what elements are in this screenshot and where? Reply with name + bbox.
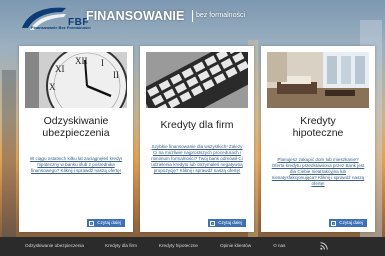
card-title-line: Kredyty — [300, 115, 336, 127]
footer-nav: Odzyskiwanie ubezpieczenia Kredyty dla f… — [25, 243, 285, 249]
card-odzyskiwanie: XI XII I II X Odzyskiwanie ubezpieczenia… — [19, 46, 133, 232]
card-kredyty-firm: Kredyty dla firm Szybkie finansowanie dl… — [140, 46, 254, 232]
card-kredyty-hipoteczne: Kredyty hipoteczne Planujesz zakupić dom… — [261, 46, 375, 232]
footer-link-kredyty-hipoteczne[interactable]: Kredyty hipoteczne — [159, 243, 198, 249]
card-title[interactable]: Kredyty dla firm — [140, 119, 254, 131]
site-header: FBF Finansowanie Bez Formalności FINANSO… — [0, 0, 385, 42]
site-footer: Odzyskiwanie ubezpieczenia Kredyty dla f… — [0, 237, 385, 256]
svg-text:I: I — [101, 58, 104, 68]
arrow-icon: › — [210, 220, 216, 226]
card-description[interactable]: W ciągu ostatnich kilku lat zaciągnęłeś … — [29, 156, 123, 174]
read-more-label: Czytaj dalej — [218, 220, 242, 225]
read-more-button[interactable]: › Czytaj dalej — [329, 219, 367, 227]
svg-text:II: II — [113, 70, 119, 80]
site-tagline: bez formalności — [196, 12, 246, 19]
card-title[interactable]: Kredyty hipoteczne — [261, 115, 375, 139]
card-title[interactable]: Odzyskiwanie ubezpieczenia — [19, 115, 133, 139]
card-description[interactable]: Szybkie finansowanie dla wszystkich! Zal… — [150, 144, 244, 174]
card-description[interactable]: Planujesz zakupić dom lub mieszkanie? Of… — [271, 157, 365, 187]
footer-link-o-nas[interactable]: O nas — [273, 243, 285, 249]
card-title-line: ubezpieczenia — [42, 127, 110, 139]
card-title-line: Odzyskiwanie — [43, 115, 109, 127]
arrow-icon: › — [89, 220, 95, 226]
clock-image[interactable]: XI XII I II X — [25, 52, 127, 108]
interior-image[interactable] — [267, 52, 369, 108]
read-more-button[interactable]: › Czytaj dalej — [208, 219, 246, 227]
svg-text:X: X — [49, 82, 56, 92]
site-logo[interactable]: FBF — [18, 4, 88, 36]
title-divider — [192, 10, 193, 22]
read-more-button[interactable]: › Czytaj dalej — [87, 219, 125, 227]
site-title[interactable]: FINANSOWANIE — [86, 9, 184, 23]
arrow-icon: › — [331, 220, 337, 226]
footer-link-opinie[interactable]: Opinie klientów — [220, 243, 251, 249]
logo-subtitle: Finansowanie Bez Formalności — [31, 25, 91, 30]
calculator-image[interactable] — [146, 52, 248, 108]
rss-icon[interactable] — [320, 242, 328, 250]
footer-link-kredyty-firm[interactable]: Kredyty dla firm — [105, 243, 137, 249]
svg-text:XI: XI — [55, 64, 65, 74]
footer-link-odzyskiwanie[interactable]: Odzyskiwanie ubezpieczenia — [25, 243, 84, 249]
background-building — [2, 70, 16, 240]
card-title-line: hipoteczne — [292, 127, 344, 139]
read-more-label: Czytaj dalej — [339, 220, 363, 225]
read-more-label: Czytaj dalej — [97, 220, 121, 225]
